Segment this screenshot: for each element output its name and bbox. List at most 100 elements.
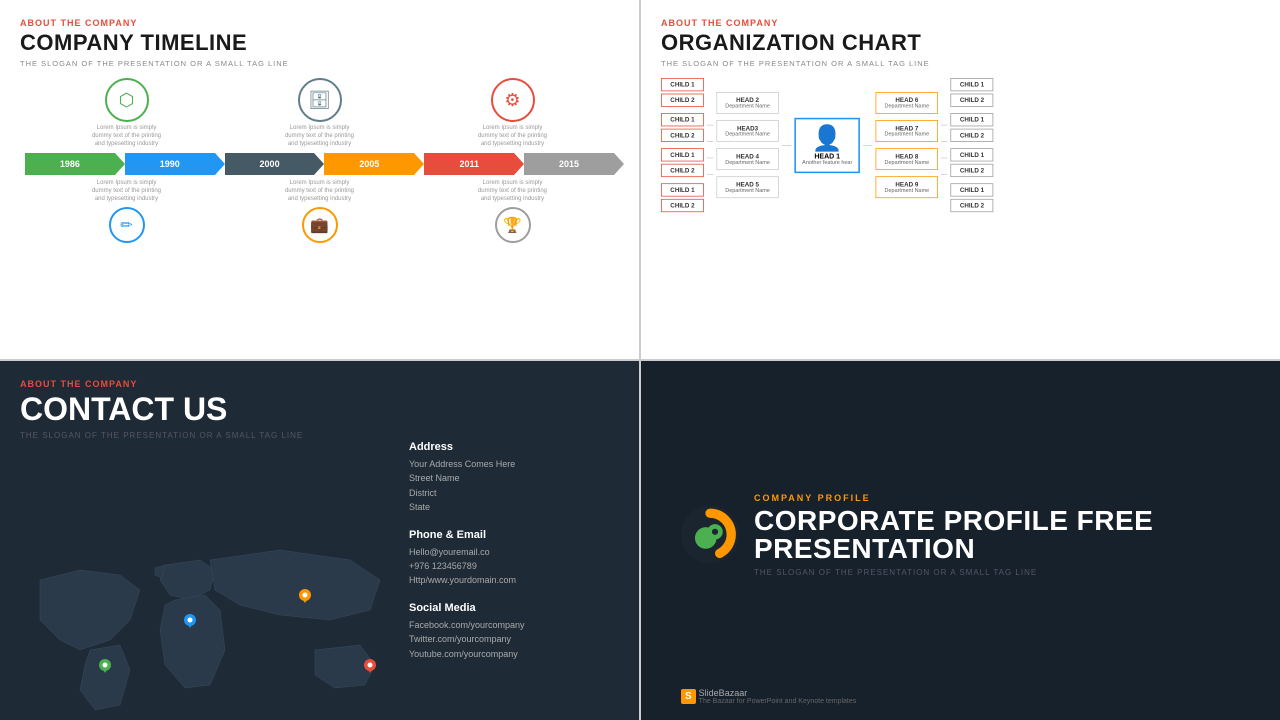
org-left-child-2-2: CHILD 2: [661, 129, 704, 142]
tl-icon-2: 🗄 Lorem Ipsum is simply dummy text of th…: [280, 78, 360, 148]
rconn-2: [941, 141, 947, 142]
tl-bottom-1: Lorem Ipsum is simply dummy text of the …: [87, 180, 167, 245]
org-head-7: HEAD 7 Department Name: [876, 120, 938, 142]
year-2015: 2015: [524, 153, 614, 175]
org-head-4: HEAD 4 Department Name: [716, 148, 778, 170]
year-2000: 2000: [225, 153, 315, 175]
year-2011: 2011: [424, 153, 514, 175]
social-line-1: Facebook.com/yourcompany: [409, 618, 609, 632]
sb-info: SlideBazaar The Bazaar for PowerPoint an…: [699, 688, 857, 705]
main-grid: ABOUT THE COMPANY COMPANY TIMELINE THE S…: [0, 0, 1280, 720]
year-2005: 2005: [324, 153, 414, 175]
org-left-group-2: CHILD 1 CHILD 2: [661, 113, 704, 142]
address-line-1: Your Address Comes Here: [409, 457, 609, 471]
corp-tagline: THE SLOGAN OF THE PRESENTATION OR A SMAL…: [754, 568, 1240, 577]
corp-text-area: COMPANY PROFILE CORPORATE PROFILE FREE P…: [754, 493, 1240, 577]
org-right-group-2: CHILD 1 CHILD 2: [951, 113, 994, 142]
tl-bottom-text-2: Lorem Ipsum is simply dummy text of the …: [280, 180, 360, 203]
sb-badge: S: [681, 689, 696, 704]
org-right-connectors: [941, 115, 947, 174]
contact-title: CONTACT US: [20, 391, 619, 428]
tl-bottom-text-1: Lorem Ipsum is simply dummy text of the …: [87, 180, 167, 203]
contact-panel: ABOUT THE COMPANY CONTACT US THE SLOGAN …: [0, 361, 639, 720]
org-left-connectors: [707, 115, 713, 174]
timeline-panel: ABOUT THE COMPANY COMPANY TIMELINE THE S…: [0, 0, 639, 359]
org-title: ORGANIZATION CHART: [661, 30, 1260, 56]
social-title: Social Media: [409, 602, 609, 614]
sb-sub: The Bazaar for PowerPoint and Keynote te…: [699, 698, 857, 705]
org-left-child-4-1: CHILD 1: [661, 183, 704, 196]
year-1986: 1986: [25, 153, 115, 175]
rconn-3: [941, 158, 947, 159]
corp-profile-label: COMPANY PROFILE: [754, 493, 1240, 503]
conn-to-center: [782, 145, 791, 146]
center-head-sub: Another feature hear: [802, 160, 852, 165]
org-right-child-2-1: CHILD 1: [951, 113, 994, 126]
corp-title: CORPORATE PROFILE FREE PRESENTATION: [754, 507, 1240, 563]
org-left-child-3-2: CHILD 2: [661, 164, 704, 177]
corporate-panel: COMPANY PROFILE CORPORATE PROFILE FREE P…: [641, 361, 1280, 720]
org-left-child-4-2: CHILD 2: [661, 199, 704, 212]
org-head-5: HEAD 5 Department Name: [716, 176, 778, 198]
slidebazaar-footer: S SlideBazaar The Bazaar for PowerPoint …: [681, 688, 856, 705]
org-right-child-4-1: CHILD 1: [951, 183, 994, 196]
org-right-child-3-2: CHILD 2: [951, 164, 994, 177]
org-right-group-1: CHILD 1 CHILD 2: [951, 78, 994, 107]
org-right-group-4: CHILD 1 CHILD 2: [951, 183, 994, 212]
tl-icon-text-1: Lorem Ipsum is simply dummy text of the …: [87, 125, 167, 148]
sb-brand: S SlideBazaar The Bazaar for PowerPoint …: [681, 688, 856, 705]
org-left-child-1-2: CHILD 2: [661, 94, 704, 107]
phone-line-1: Hello@youremail.co: [409, 545, 609, 559]
tl-icon-circle-1: ⬡: [105, 78, 149, 122]
conn-2: [707, 141, 713, 142]
tl-icon-text-2: Lorem Ipsum is simply dummy text of the …: [280, 125, 360, 148]
org-right-children: CHILD 1 CHILD 2 CHILD 1 CHILD 2 CHILD 1 …: [951, 78, 994, 212]
org-left-group-4: CHILD 1 CHILD 2: [661, 183, 704, 212]
contact-info-section: Address Your Address Comes Here Street N…: [409, 441, 609, 675]
tl-bottom-icon-3: 🏆: [495, 207, 531, 243]
org-left-child-2-1: CHILD 1: [661, 113, 704, 126]
org-head-6: HEAD 6 Department Name: [876, 92, 938, 114]
org-head-3: HEAD3 Department Name: [716, 120, 778, 142]
org-right-child-2-2: CHILD 2: [951, 129, 994, 142]
tl-bottom-icon-1: ✏: [109, 207, 145, 243]
tl-icon-1: ⬡ Lorem Ipsum is simply dummy text of th…: [87, 78, 167, 148]
org-right-child-1-2: CHILD 2: [951, 94, 994, 107]
corp-logo-svg: [681, 497, 739, 572]
org-head-8: HEAD 8 Department Name: [876, 148, 938, 170]
org-center-node: 👤 HEAD 1 Another feature hear: [794, 117, 860, 172]
address-line-4: State: [409, 500, 609, 514]
address-section: Address Your Address Comes Here Street N…: [409, 441, 609, 515]
org-left-heads: HEAD 2 Department Name HEAD3 Department …: [716, 92, 778, 198]
contact-tagline: THE SLOGAN OF THE PRESENTATION OR A SMAL…: [20, 431, 619, 440]
tl-icon-circle-2: 🗄: [298, 78, 342, 122]
tl-bottom-2: Lorem Ipsum is simply dummy text of the …: [280, 180, 360, 245]
org-right-child-3-1: CHILD 1: [951, 148, 994, 161]
corp-logo-area: COMPANY PROFILE CORPORATE PROFILE FREE P…: [681, 493, 1240, 577]
org-right-heads: HEAD 6 Department Name HEAD 7 Department…: [876, 92, 938, 198]
timeline-about: ABOUT THE COMPANY: [20, 18, 619, 28]
rconn-1: [941, 125, 947, 126]
world-map-area: [0, 520, 430, 720]
social-line-3: Youtube.com/yourcompany: [409, 647, 609, 661]
timeline-top-icons: ⬡ Lorem Ipsum is simply dummy text of th…: [20, 78, 619, 148]
social-section: Social Media Facebook.com/yourcompany Tw…: [409, 602, 609, 661]
orgchart-panel: ABOUT THE COMPANY ORGANIZATION CHART THE…: [641, 0, 1280, 359]
org-left-child-3-1: CHILD 1: [661, 148, 704, 161]
timeline-bottom-icons: Lorem Ipsum is simply dummy text of the …: [20, 180, 619, 245]
address-title: Address: [409, 441, 609, 453]
social-line-2: Twitter.com/yourcompany: [409, 632, 609, 646]
tl-icon-3: ⚙ Lorem Ipsum is simply dummy text of th…: [473, 78, 553, 148]
conn-1: [707, 125, 713, 126]
tl-bottom-3: Lorem Ipsum is simply dummy text of the …: [473, 180, 553, 245]
address-line-3: District: [409, 486, 609, 500]
phone-line-3: Http/www.yourdomain.com: [409, 573, 609, 587]
tl-icon-text-3: Lorem Ipsum is simply dummy text of the …: [473, 125, 553, 148]
org-right-group-3: CHILD 1 CHILD 2: [951, 148, 994, 177]
org-about: ABOUT THE COMPANY: [661, 18, 1260, 28]
org-left-group-3: CHILD 1 CHILD 2: [661, 148, 704, 177]
sb-name: SlideBazaar: [699, 688, 857, 698]
conn-3: [707, 158, 713, 159]
org-head-9: HEAD 9 Department Name: [876, 176, 938, 198]
org-left-group-1: CHILD 1 CHILD 2: [661, 78, 704, 107]
